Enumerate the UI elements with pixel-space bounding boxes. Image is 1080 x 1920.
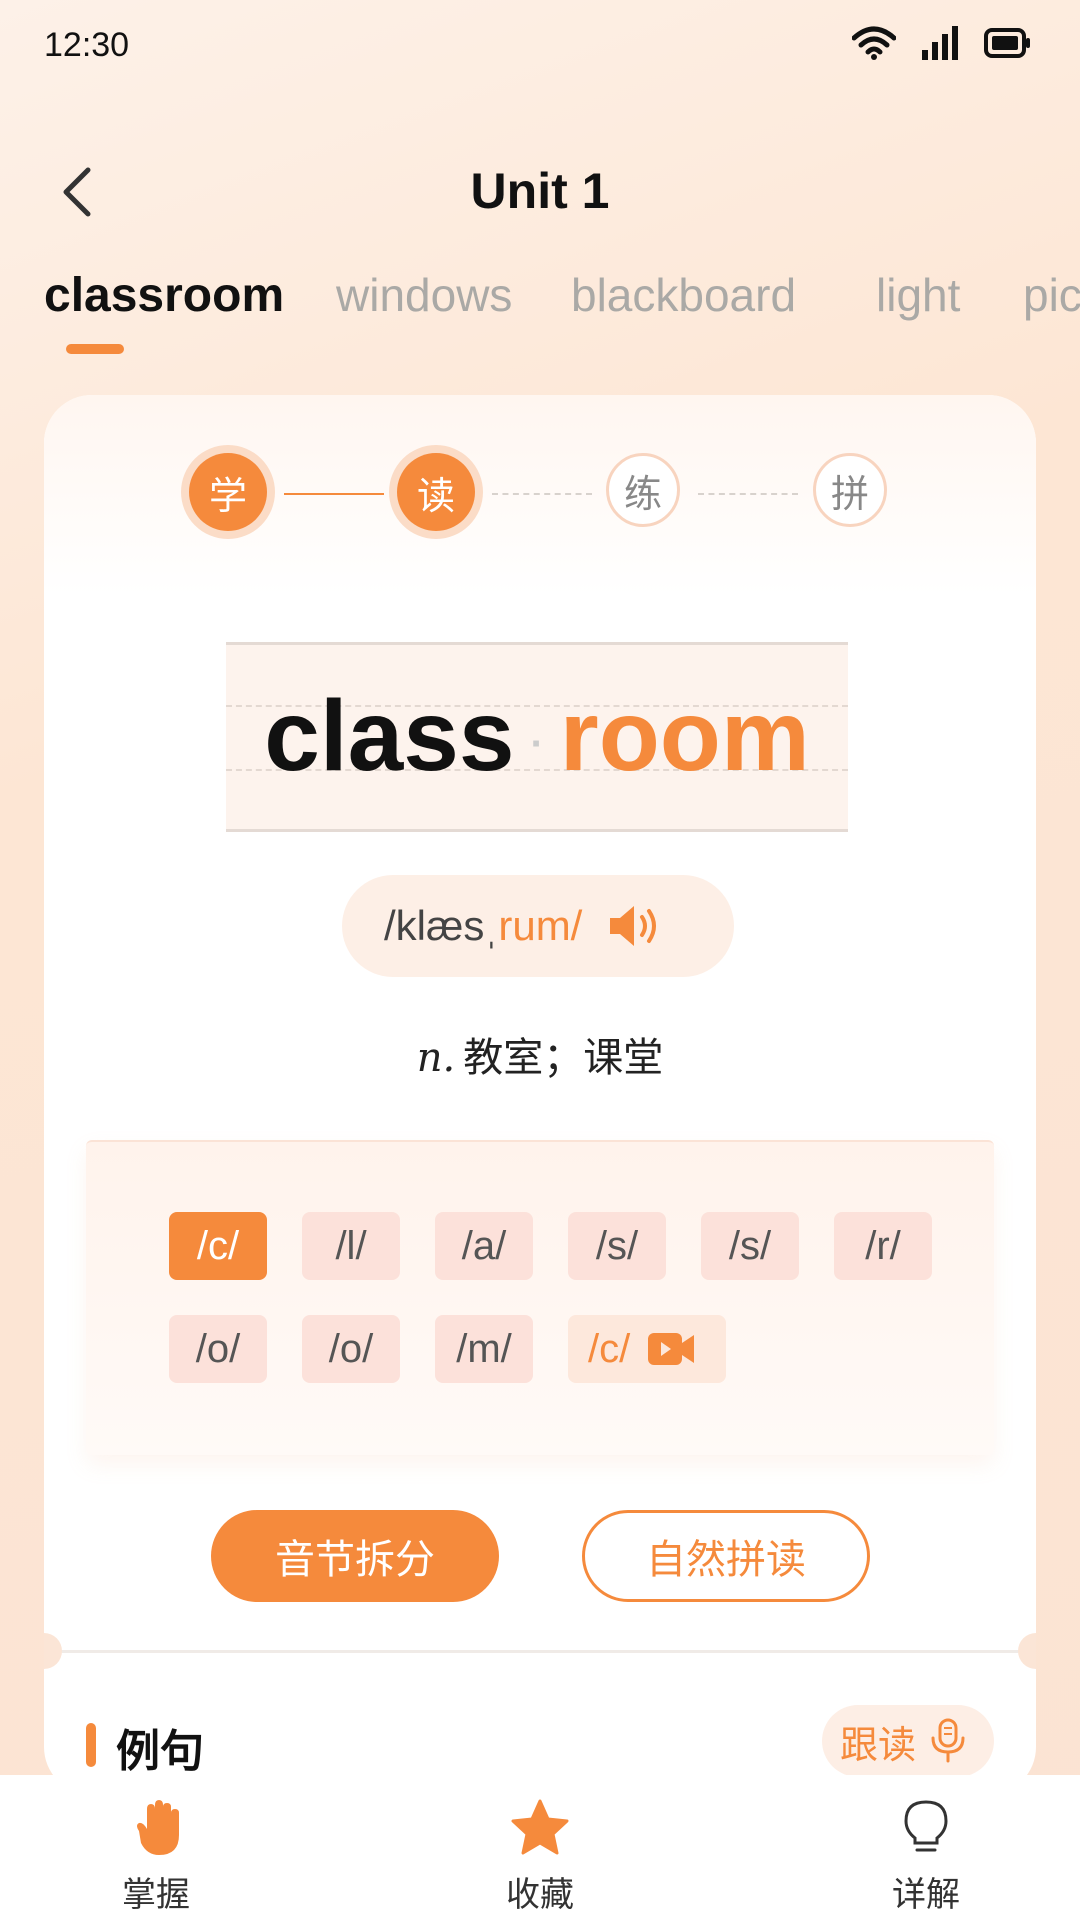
hand-icon (137, 1800, 179, 1855)
step-connector (284, 493, 384, 495)
word-display: class · room (226, 642, 848, 832)
wifi-icon (852, 26, 896, 60)
step-learn[interactable]: 学 (189, 453, 267, 531)
phoneme-chip-label: /c/ (588, 1326, 631, 1371)
phoneme-chip[interactable]: /o/ (302, 1315, 400, 1383)
step-connector (698, 493, 798, 495)
microphone-icon (931, 1718, 965, 1763)
syllable-separator: · (530, 721, 544, 766)
word-tabs: classroom windows blackboard light pic (0, 268, 1080, 358)
meaning-text: 教室；课堂 (463, 1036, 664, 1080)
learning-steps: 学 读 练 拼 (44, 453, 1036, 533)
tab-blackboard[interactable]: blackboard (571, 268, 796, 322)
step-read[interactable]: 读 (397, 453, 475, 531)
part-of-speech: n. (416, 1035, 456, 1081)
tab-pic[interactable]: pic (1023, 268, 1080, 322)
status-time: 12:30 (44, 26, 130, 64)
tab-windows[interactable]: windows (336, 268, 512, 322)
follow-read-label: 跟读 (840, 1724, 917, 1767)
star-icon (511, 1799, 569, 1855)
page-title: Unit 1 (470, 163, 610, 219)
header: Unit 1 (0, 150, 1080, 230)
phonetic-pill[interactable]: /klæsˌ rum/ (342, 875, 734, 977)
nav-details-label: 详解 (892, 1876, 960, 1914)
syllable-split-button[interactable]: 音节拆分 (211, 1510, 499, 1602)
phoneme-panel: /c/ /l/ /a/ /s/ /s/ /r/ /o/ /o/ /m/ /c/ (86, 1140, 994, 1455)
speaker-icon[interactable] (606, 903, 662, 949)
nav-details[interactable]: 详解 (826, 1797, 1026, 1916)
word-syllable-1: class (264, 680, 515, 792)
nav-favorites-label: 收藏 (506, 1876, 574, 1914)
phoneme-chip[interactable]: /a/ (435, 1212, 533, 1280)
video-icon (648, 1333, 695, 1365)
phonetic-part-1: /klæsˌ (384, 902, 499, 949)
follow-read-button[interactable]: 跟读 (822, 1705, 994, 1777)
status-icons (852, 26, 1032, 60)
card-divider (44, 1650, 1036, 1653)
active-tab-indicator (66, 344, 124, 354)
phoneme-chip[interactable]: /m/ (435, 1315, 533, 1383)
section-marker (86, 1723, 96, 1767)
natural-phonics-button[interactable]: 自然拼读 (582, 1510, 870, 1602)
phoneme-chip[interactable]: /s/ (568, 1212, 666, 1280)
tab-light[interactable]: light (876, 268, 960, 322)
word-card: 学 读 练 拼 class · room /klæsˌ rum/ n. 教室；课堂 /c… (44, 395, 1036, 1795)
phoneme-chip[interactable]: /s/ (701, 1212, 799, 1280)
nav-master[interactable]: 掌握 (56, 1797, 256, 1916)
phoneme-chip[interactable]: /r/ (834, 1212, 932, 1280)
phoneme-chip[interactable]: /c/ (169, 1212, 267, 1280)
word-text: class · room (226, 681, 848, 799)
lightbulb-icon (904, 1800, 948, 1852)
step-spell[interactable]: 拼 (813, 453, 887, 527)
word-syllable-2: room (559, 680, 810, 792)
battery-icon (984, 28, 1030, 58)
bottom-nav: 掌握 收藏 详解 (0, 1775, 1080, 1920)
example-section-header: 例句 跟读 (86, 1705, 994, 1785)
phonetic-part-2: rum/ (498, 902, 583, 949)
step-practice[interactable]: 练 (606, 453, 680, 527)
status-bar: 12:30 (0, 0, 1080, 92)
phoneme-video-chip[interactable]: /c/ (568, 1315, 726, 1383)
step-connector (492, 493, 592, 495)
nav-master-label: 掌握 (122, 1876, 190, 1914)
tab-classroom[interactable]: classroom (44, 268, 284, 323)
nav-favorites[interactable]: 收藏 (440, 1797, 640, 1916)
phoneme-chip[interactable]: /o/ (169, 1315, 267, 1383)
phoneme-chip[interactable]: /l/ (302, 1212, 400, 1280)
word-meaning: n. 教室；课堂 (44, 1025, 1036, 1083)
section-title: 例句 (116, 1727, 204, 1776)
signal-icon (922, 26, 958, 60)
